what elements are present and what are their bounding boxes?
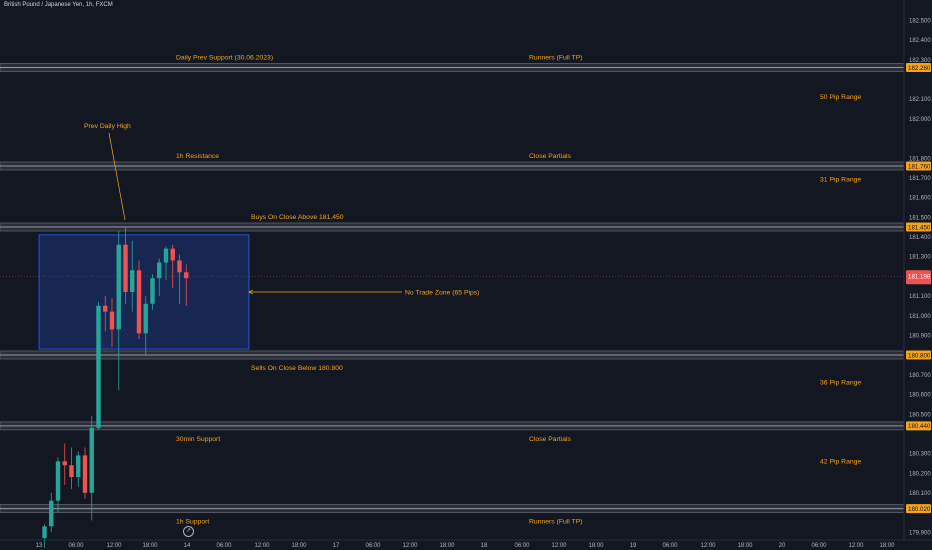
price-tick-label: 182.400 [909,38,931,44]
price-tick-label: 182.500 [909,18,931,24]
candle-body [184,272,189,279]
level-left-label: Sells On Close Below 180.800 [251,365,343,372]
time-tick-label: 06:00 [68,543,84,549]
candle-body [103,305,108,312]
time-tick-label: 12:00 [551,543,567,549]
symbol-title: British Pound / Japanese Yen, 1h, FXCM [4,2,113,8]
candle-body [150,278,155,304]
price-tick-label: 181.600 [909,196,931,202]
time-tick-label: 13 [36,543,43,549]
price-tick-label: 180.200 [909,471,931,477]
price-tick-label: 180.500 [909,412,931,418]
level-price-tag-text: 181.450 [908,224,931,231]
time-tick-label: 18:00 [291,543,307,549]
candle-body [177,260,182,273]
price-tick-label: 181.100 [909,294,931,300]
time-tick-label: 18:00 [588,543,604,549]
time-tick-label: 12:00 [106,543,122,549]
range-label: 50 Pip Range [820,94,861,101]
price-tick-label: 181.300 [909,255,931,261]
candle-body [170,248,175,261]
candle-body [163,248,169,263]
time-tick-label: 18:00 [142,543,158,549]
time-tick-label: 06:00 [216,543,232,549]
candle-body [55,461,61,501]
candle-body [96,305,101,428]
candle-body [42,526,47,539]
time-tick-label: 06:00 [365,543,381,549]
range-label: 36 Pip Range [820,380,861,387]
price-tick-label: 180.700 [909,373,931,379]
level-left-label: Buys On Close Above 181.450 [251,214,344,221]
price-tick-label: 180.600 [909,393,931,399]
price-tick-label: 182.100 [909,97,931,103]
level-left-label: 30min Support [176,436,220,443]
replay-icon[interactable]: ↗ [183,526,194,537]
candle-body [89,427,94,493]
time-tick-label: 06:00 [514,543,530,549]
level-left-label: Daily Prev Support (30.06.2023) [176,55,273,62]
price-tick-label: 180.300 [909,452,931,458]
level-price-tag-text: 180.020 [908,506,931,513]
time-tick-label: 14 [184,543,191,549]
candle-body [76,455,81,478]
prev-daily-high-label: Prev Daily High [84,123,131,130]
time-tick-label: 17 [333,543,340,549]
range-label: 42 Pip Range [820,458,861,465]
price-tick-label: 181.700 [909,176,931,182]
price-tick-label: 181.400 [909,235,931,241]
price-chart[interactable]: Daily Prev Support (30.06.2023) Runners (… [0,0,932,550]
candle-body [82,455,88,493]
price-tick-label: 180.900 [909,333,931,339]
range-label: 31 Pip Range [820,177,861,184]
time-tick-label: 12:00 [848,543,864,549]
level-right-label: Close Partials [529,436,572,443]
price-tick-label: 182.000 [909,117,931,123]
level-price-tag-text: 180.800 [908,352,931,359]
candle-body [157,262,162,279]
price-tick-label: 182.300 [909,58,931,64]
level-left-label: 1h Resistance [176,153,219,160]
candle-body [136,270,142,334]
time-tick-label: 18:00 [879,543,895,549]
time-tick-label: 20 [779,543,786,549]
price-tick-label: 181.800 [909,156,931,162]
price-tick-label: 181.000 [909,314,931,320]
time-tick-label: 12:00 [402,543,418,549]
candle-body [109,311,115,330]
candle-body [69,465,74,478]
time-tick-label: 06:00 [811,543,827,549]
level-price-tag-text: 182.260 [908,65,931,72]
candle-body [49,500,54,527]
current-price-tag-text: 181.198 [908,274,931,281]
time-tick-label: 06:00 [662,543,678,549]
level-left-label: 1h Support [176,519,209,526]
candle-body [143,303,148,334]
time-tick-label: 19 [630,543,637,549]
time-tick-label: 18:00 [737,543,753,549]
no-trade-zone-label: No Trade Zone (65 Pips) [405,289,479,296]
candle-body [116,244,121,330]
level-right-label: Runners (Full TP) [529,55,583,62]
level-price-tag-text: 181.760 [908,163,931,170]
time-tick-label: 18:00 [439,543,455,549]
price-tick-label: 181.500 [909,215,931,221]
time-tick-label: 12:00 [254,543,270,549]
price-tick-label: 180.100 [909,491,931,497]
time-tick-label: 12:00 [700,543,716,549]
time-tick-label: 18 [481,543,488,549]
level-right-label: Runners (Full TP) [529,519,583,526]
candle-body [62,461,67,466]
candle-body [130,270,135,292]
level-right-label: Close Partials [529,153,572,160]
level-price-tag-text: 180.440 [908,423,931,430]
candle-body [123,244,128,292]
price-tick-label: 179.900 [909,530,931,536]
